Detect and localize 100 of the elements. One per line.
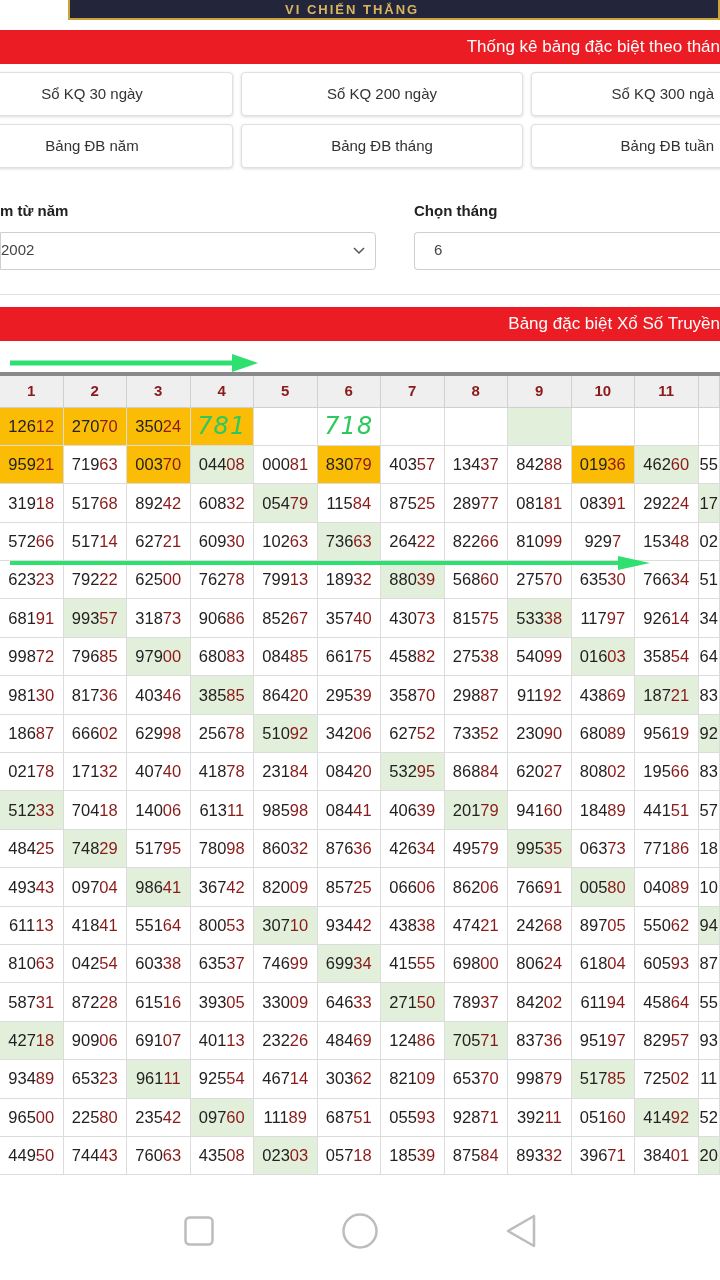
table-cell: 89705 [571, 906, 635, 945]
table-cell: 87584 [444, 1136, 508, 1176]
menu-button[interactable]: Bảng ĐB tuần [531, 124, 720, 168]
table-cell: 05593 [381, 1098, 445, 1137]
column-header: 3 [127, 375, 191, 408]
square-icon[interactable] [184, 1216, 214, 1246]
table-cell: 78937 [444, 983, 508, 1022]
table-cell: 00370 [127, 445, 191, 485]
table-cell: 44151 [635, 791, 699, 830]
menu-button[interactable]: Sổ KQ 200 ngày [241, 72, 523, 116]
menu-button[interactable]: Bảng ĐB năm [0, 124, 233, 168]
table-cell: 08485 [254, 637, 318, 677]
table-cell: 48469 [317, 1021, 381, 1061]
table-cell: 95921 [0, 445, 64, 485]
table-cell: 12612 [0, 407, 64, 446]
circle-icon[interactable] [342, 1213, 378, 1249]
section-title: Thống kê bảng đặc biệt theo thán [466, 36, 720, 59]
back-triangle-icon[interactable] [506, 1214, 536, 1248]
table-cell: 93442 [317, 906, 381, 945]
table-cell: 35870 [381, 676, 445, 715]
table-cell: 29539 [317, 676, 381, 715]
table-cell: 46260 [635, 445, 699, 485]
table-cell: 74829 [63, 829, 127, 869]
table-cell: 42634 [381, 829, 445, 869]
table-cell: 05718 [317, 1136, 381, 1176]
table-cell: 69107 [127, 1021, 191, 1061]
table-cell: 86032 [254, 829, 318, 869]
table-cell: 34206 [317, 714, 381, 753]
table-cell: 89242 [127, 484, 191, 523]
table-cell: 35740 [317, 599, 381, 638]
table-cell: 76691 [508, 868, 572, 907]
table-cell: 29224 [635, 484, 699, 523]
table-cell: 90906 [63, 1021, 127, 1061]
table-cell: 98641 [127, 868, 191, 907]
table-cell: 61516 [127, 983, 191, 1022]
table-cell: 06373 [571, 829, 635, 869]
table-cell: 62721 [127, 522, 191, 562]
table-cell: 04254 [63, 944, 127, 984]
table-cell: 51785 [571, 1060, 635, 1099]
table-cell: 39671 [571, 1136, 635, 1176]
table-cell: 99872 [0, 637, 64, 677]
handwritten-number: 718 [324, 414, 374, 439]
menu-button[interactable]: Sổ KQ 300 ngà [531, 72, 720, 116]
table-cell: 46714 [254, 1060, 318, 1099]
table-cell: 39305 [190, 983, 254, 1022]
column-header: 8 [444, 375, 508, 408]
table-cell: 62027 [508, 753, 572, 792]
table-cell: 23542 [127, 1098, 191, 1137]
column-header: 2 [63, 375, 127, 408]
table-cell: 99535 [508, 829, 572, 869]
table-cell: 29887 [444, 676, 508, 715]
table-cell: 00081 [254, 445, 318, 485]
menu-button[interactable]: Bảng ĐB tháng [241, 124, 523, 168]
table-cell: 60338 [127, 944, 191, 984]
ad-banner[interactable]: VI CHIẾN THẮNG [68, 0, 720, 20]
table-cell: 99357 [63, 599, 127, 638]
table-cell: 43869 [571, 676, 635, 715]
table-cell: 23184 [254, 753, 318, 792]
chevron-down-icon [353, 246, 365, 255]
table-cell: 42718 [0, 1021, 64, 1061]
table-cell: 86884 [444, 753, 508, 792]
table-cell: 70418 [63, 791, 127, 830]
table-cell: 83736 [508, 1021, 572, 1061]
table-cell: 27538 [444, 637, 508, 677]
table-cell: 92554 [190, 1060, 254, 1099]
year-select[interactable]: 2002 [0, 231, 376, 270]
table-cell: 54099 [508, 637, 572, 677]
table-cell: 76063 [127, 1136, 191, 1176]
table-cell: 61804 [571, 944, 635, 984]
table-cell: 93489 [0, 1060, 64, 1099]
menu-button[interactable]: Sổ KQ 30 ngày [0, 72, 233, 116]
table-cell: 38585 [190, 676, 254, 715]
table-cell: 31873 [127, 599, 191, 638]
table-cell: 39211 [508, 1098, 572, 1137]
table-cell: 79685 [63, 637, 127, 677]
table-cell: 95197 [571, 1021, 635, 1061]
table-cell: 09760 [190, 1098, 254, 1137]
table-cell: 14006 [127, 791, 191, 830]
table-cell: 62998 [127, 714, 191, 753]
month-field[interactable]: 6 [414, 231, 720, 270]
table-cell: 24268 [508, 906, 572, 945]
table-cell: 58731 [0, 983, 64, 1022]
month-label: Chọn tháng [414, 201, 499, 221]
table-cell: 81736 [63, 676, 127, 715]
table-cell: 81063 [0, 944, 64, 984]
table-cell: 85725 [317, 868, 381, 907]
table-cell: 61311 [190, 791, 254, 830]
table-cell: 87228 [63, 983, 127, 1022]
table-cell: 87636 [317, 829, 381, 869]
table-cell: 68089 [571, 714, 635, 753]
table-cell: 96500 [0, 1098, 64, 1137]
table-cell: 49343 [0, 868, 64, 907]
table-cell: 61194 [571, 983, 635, 1022]
table-cell: 23226 [254, 1021, 318, 1061]
table-cell: 45882 [381, 637, 445, 677]
table-cell: 57 [698, 791, 720, 830]
table-cell: 64633 [317, 983, 381, 1022]
table-cell: 10263 [254, 522, 318, 562]
table-cell: 73663 [317, 522, 381, 562]
table-cell: 57266 [0, 522, 64, 562]
